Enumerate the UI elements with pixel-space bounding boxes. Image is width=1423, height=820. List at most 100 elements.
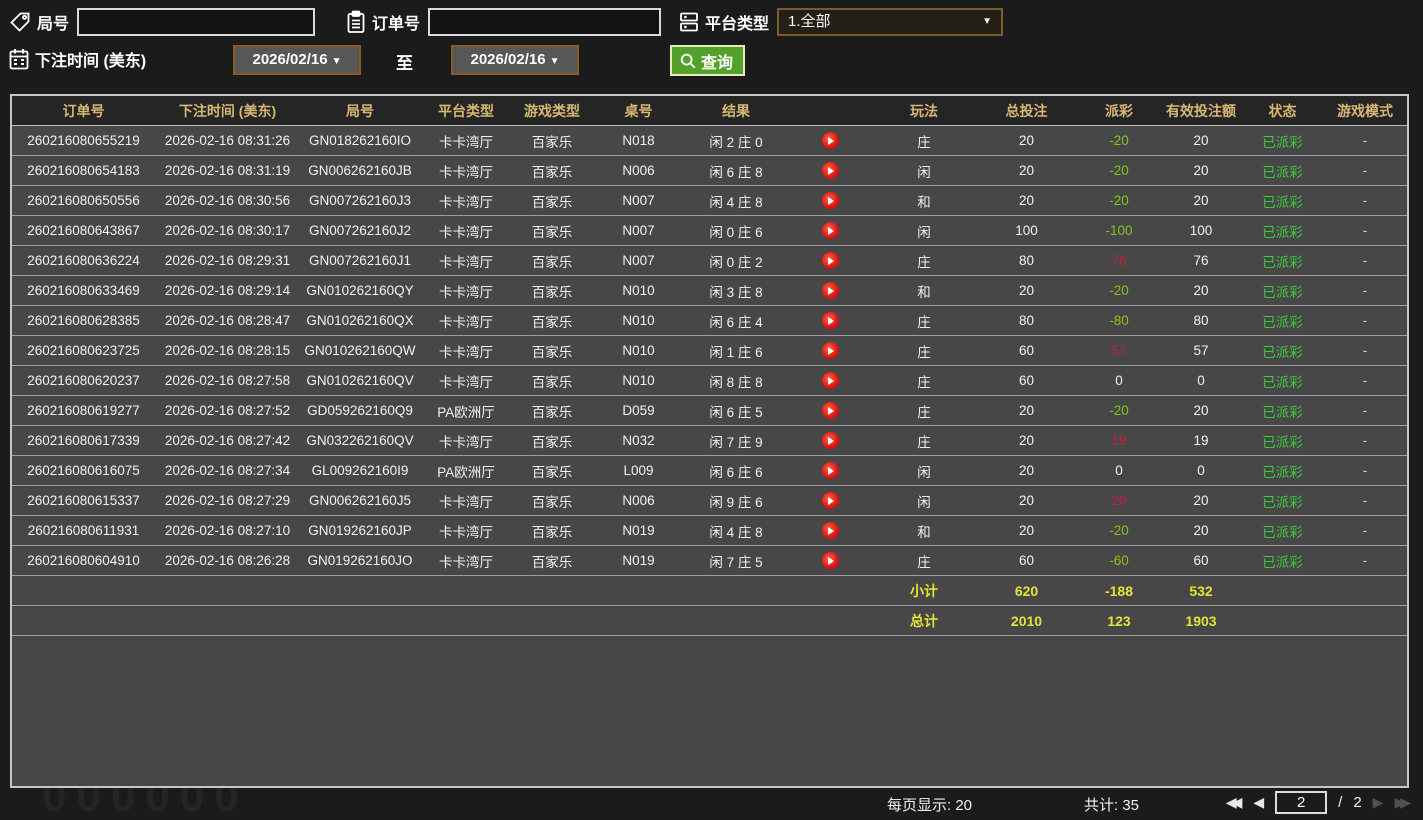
date-from-select[interactable]: 2026/02/16▼ [233,45,361,75]
game-type-cell: 百家乐 [512,461,592,481]
platform-type-select[interactable]: 1.全部 ▼ [777,8,1003,36]
subtotal-total-bet: 620 [975,583,1078,599]
game-no-label: 局号 [37,10,69,34]
valid-bet-cell: 0 [1160,463,1242,478]
replay-cell [787,462,873,479]
table-row: 260216080633469 2026-02-16 08:29:14 GN01… [12,276,1407,306]
first-page-button[interactable]: ◀◀ [1226,794,1243,811]
page-slash: / [1338,794,1342,811]
betting-records-screen: 000000 局号 订单号 平台类型 1.全部 [0,0,1423,820]
play-replay-button[interactable] [822,522,839,539]
calendar-icon [8,47,30,71]
search-button[interactable]: 查询 [670,45,745,76]
bet-type-cell: 庄 [873,431,975,451]
table-no-cell: N006 [592,493,685,508]
game-no-cell: GN007262160J2 [300,223,420,238]
play-replay-button[interactable] [822,492,839,509]
game-no-cell: GN010262160QY [300,283,420,298]
bet-time-cell: 2026-02-16 08:27:29 [155,493,300,508]
bet-time-cell: 2026-02-16 08:29:31 [155,253,300,268]
grand-total-valid-bet: 1903 [1160,613,1242,629]
platform-cell: 卡卡湾厅 [420,251,512,271]
payout-cell: 76 [1078,253,1160,268]
game-mode-cell: - [1323,343,1407,358]
play-replay-button[interactable] [822,432,839,449]
order-no-cell: 260216080650556 [12,193,155,208]
play-replay-button[interactable] [822,402,839,419]
table-no-cell: N019 [592,553,685,568]
status-badge: 已派彩 [1242,461,1323,481]
game-no-cell: GD059262160Q9 [300,403,420,418]
game-no-cell: GN032262160QV [300,433,420,448]
result-cell: 闲 6 庄 6 [685,461,787,481]
game-mode-cell: - [1323,223,1407,238]
play-replay-button[interactable] [822,252,839,269]
table-no-cell: N010 [592,283,685,298]
result-cell: 闲 0 庄 2 [685,251,787,271]
subtotal-valid-bet: 532 [1160,583,1242,599]
current-page-input[interactable] [1275,791,1327,814]
total-bet-cell: 20 [975,193,1078,208]
next-page-button[interactable]: ▶ [1373,794,1384,811]
total-pages-label: 2 [1353,794,1361,811]
replay-cell [787,252,873,269]
payout-cell: -20 [1078,283,1160,298]
table-no-cell: N010 [592,343,685,358]
game-type-cell: 百家乐 [512,491,592,511]
table-row: 260216080628385 2026-02-16 08:28:47 GN01… [12,306,1407,336]
bet-type-cell: 闲 [873,461,975,481]
order-no-field-group: 订单号 [345,8,661,36]
subtotal-payout: -188 [1078,583,1160,599]
play-replay-button[interactable] [822,342,839,359]
table-row: 260216080620237 2026-02-16 08:27:58 GN01… [12,366,1407,396]
chevron-down-icon: ▼ [550,56,560,67]
game-no-cell: GL009262160I9 [300,463,420,478]
game-type-cell: 百家乐 [512,311,592,331]
game-mode-cell: - [1323,433,1407,448]
play-replay-button[interactable] [822,162,839,179]
payout-cell: -80 [1078,313,1160,328]
result-cell: 闲 4 庄 8 [685,521,787,541]
result-cell: 闲 7 庄 5 [685,551,787,571]
platform-cell: 卡卡湾厅 [420,371,512,391]
play-replay-button[interactable] [822,552,839,569]
order-no-cell: 260216080633469 [12,283,155,298]
previous-page-button[interactable]: ◀ [1253,794,1264,811]
play-replay-button[interactable] [822,462,839,479]
order-no-cell: 260216080619277 [12,403,155,418]
game-mode-cell: - [1323,163,1407,178]
status-badge: 已派彩 [1242,221,1323,241]
last-page-button[interactable]: ▶▶ [1394,794,1411,811]
valid-bet-cell: 57 [1160,343,1242,358]
game-no-input[interactable] [77,8,315,36]
status-badge: 已派彩 [1242,191,1323,211]
bet-time-cell: 2026-02-16 08:27:58 [155,373,300,388]
total-bet-cell: 20 [975,493,1078,508]
play-replay-button[interactable] [822,282,839,299]
total-bet-cell: 20 [975,133,1078,148]
status-badge: 已派彩 [1242,131,1323,151]
page-size-label: 每页显示: 20 [887,794,972,815]
bet-type-cell: 闲 [873,161,975,181]
status-badge: 已派彩 [1242,281,1323,301]
platform-cell: PA欧洲厅 [420,461,512,481]
bet-time-cell: 2026-02-16 08:27:10 [155,523,300,538]
play-replay-button[interactable] [822,192,839,209]
game-type-cell: 百家乐 [512,401,592,421]
date-to-select[interactable]: 2026/02/16▼ [451,45,579,75]
status-badge: 已派彩 [1242,551,1323,571]
table-row: 260216080623725 2026-02-16 08:28:15 GN01… [12,336,1407,366]
valid-bet-cell: 20 [1160,493,1242,508]
result-cell: 闲 3 庄 8 [685,281,787,301]
platform-type-label: 平台类型 [705,10,769,34]
play-replay-button[interactable] [822,132,839,149]
play-replay-button[interactable] [822,372,839,389]
table-body: 260216080655219 2026-02-16 08:31:26 GN01… [12,126,1407,576]
play-replay-button[interactable] [822,312,839,329]
platform-cell: 卡卡湾厅 [420,191,512,211]
result-cell: 闲 2 庄 0 [685,131,787,151]
order-no-input[interactable] [428,8,661,36]
platform-cell: 卡卡湾厅 [420,491,512,511]
payout-cell: 19 [1078,433,1160,448]
play-replay-button[interactable] [822,222,839,239]
